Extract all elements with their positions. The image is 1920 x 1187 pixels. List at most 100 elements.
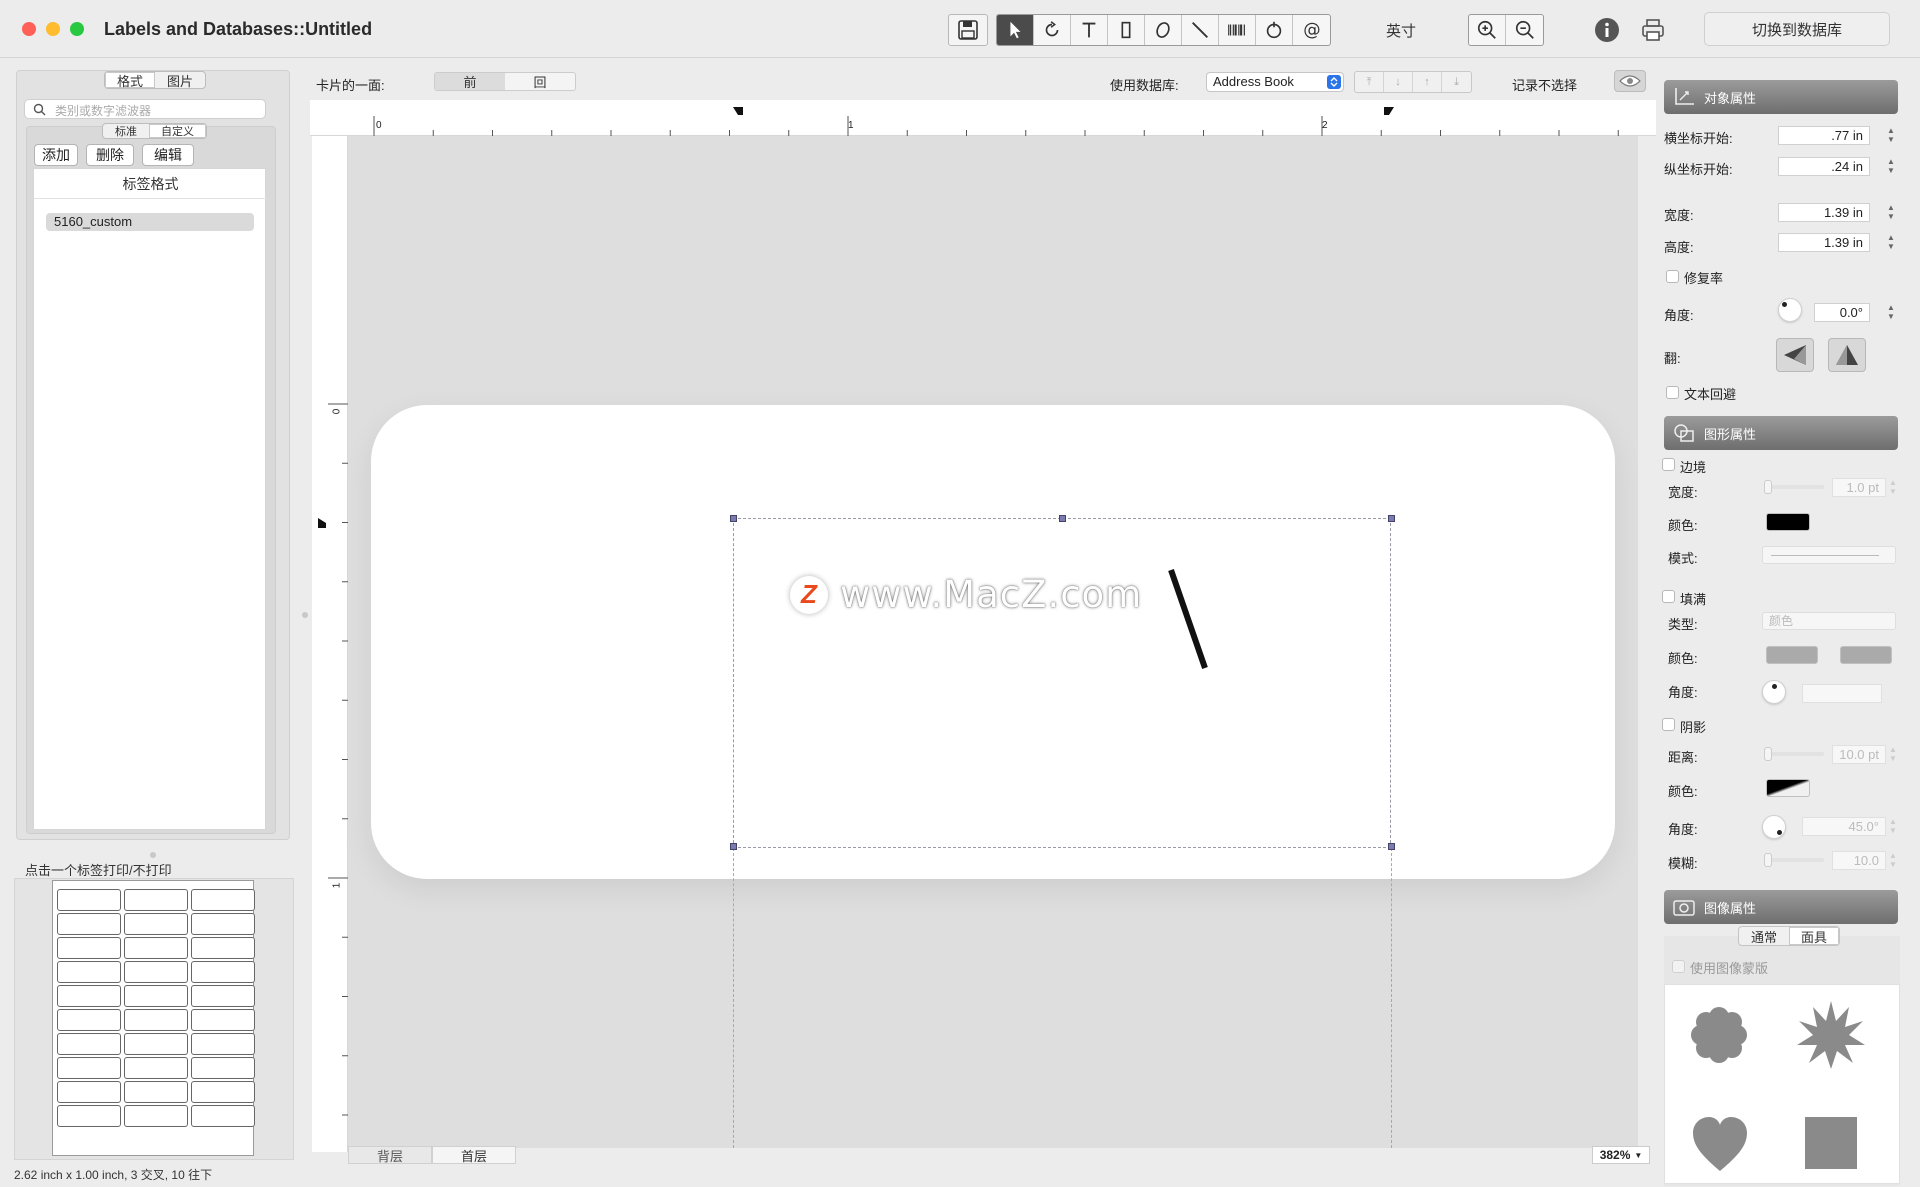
y-start-stepper[interactable]: ▲ ▼: [1886, 157, 1896, 176]
shadow-distance-field[interactable]: 10.0 pt: [1832, 745, 1886, 764]
tab-standard[interactable]: 标准: [103, 124, 149, 138]
sheet-label-cell[interactable]: [57, 937, 121, 959]
tab-pictures[interactable]: 图片: [155, 72, 205, 89]
first-record-button[interactable]: ⤒: [1355, 72, 1384, 92]
sheet-label-cell[interactable]: [124, 985, 188, 1007]
sheet-label-cell[interactable]: [57, 1057, 121, 1079]
sheet-label-cell[interactable]: [191, 913, 255, 935]
x-start-stepper[interactable]: ▲ ▼: [1886, 126, 1896, 145]
sheet-label-cell[interactable]: [191, 1057, 255, 1079]
delete-format-button[interactable]: 删除: [86, 144, 134, 166]
sheet-label-cell[interactable]: [124, 1009, 188, 1031]
tab-custom[interactable]: 自定义: [149, 124, 206, 138]
panel-splitter[interactable]: [302, 612, 308, 618]
shadow-color-swatch[interactable]: [1766, 779, 1810, 797]
rectangle-tool-button[interactable]: [1108, 15, 1145, 45]
sheet-label-cell[interactable]: [124, 889, 188, 911]
sheet-label-cell[interactable]: [57, 985, 121, 1007]
fill-angle-dial[interactable]: [1762, 680, 1786, 704]
info-button[interactable]: [1594, 17, 1620, 43]
text-wrap-checkbox[interactable]: [1666, 386, 1679, 399]
tab-mask[interactable]: 面具: [1789, 927, 1839, 945]
sheet-label-cell[interactable]: [191, 1033, 255, 1055]
edit-format-button[interactable]: 编辑: [142, 144, 194, 166]
select-tool-button[interactable]: [997, 15, 1034, 45]
add-format-button[interactable]: 添加: [34, 144, 78, 166]
width-field[interactable]: 1.39 in: [1778, 203, 1870, 222]
pattern-select[interactable]: [1762, 546, 1896, 564]
shadow-checkbox[interactable]: [1662, 718, 1675, 731]
tab-back-layer[interactable]: 背层: [348, 1146, 432, 1164]
sheet-label-cell[interactable]: [57, 913, 121, 935]
previous-record-button[interactable]: ↓: [1384, 72, 1413, 92]
last-record-button[interactable]: ⤓: [1442, 72, 1471, 92]
sheet-label-cell[interactable]: [124, 1033, 188, 1055]
shadow-angle-dial[interactable]: [1762, 815, 1786, 839]
border-color-swatch[interactable]: [1766, 513, 1810, 531]
line-shape[interactable]: [1160, 560, 1210, 670]
sheet-label-cell[interactable]: [124, 913, 188, 935]
shape-properties-header[interactable]: 图形属性: [1664, 416, 1898, 450]
fill-color-swatch-1[interactable]: [1766, 646, 1818, 664]
sheet-label-cell[interactable]: [191, 889, 255, 911]
sheet-label-cell[interactable]: [191, 1009, 255, 1031]
shadow-blur-slider[interactable]: [1764, 853, 1824, 867]
zoom-out-button[interactable]: [1506, 15, 1543, 45]
format-search-input[interactable]: 类别或数字滤波器: [24, 99, 266, 119]
text-tool-button[interactable]: [1071, 15, 1108, 45]
list-item[interactable]: 5160_custom: [46, 213, 254, 231]
sheet-label-cell[interactable]: [124, 1105, 188, 1127]
sheet-label-cell[interactable]: [57, 889, 121, 911]
database-select[interactable]: Address Book: [1206, 72, 1344, 92]
image-tool-button[interactable]: [1256, 15, 1293, 45]
fill-color-swatch-2[interactable]: [1840, 646, 1892, 664]
zoom-in-button[interactable]: [1469, 15, 1506, 45]
next-record-button[interactable]: ↑: [1413, 72, 1442, 92]
preview-toggle-button[interactable]: [1614, 70, 1646, 92]
selected-object-bounds[interactable]: [733, 518, 1391, 848]
sheet-label-cell[interactable]: [191, 961, 255, 983]
splitter-grip[interactable]: [150, 852, 156, 858]
resize-handle-bottom-left[interactable]: [730, 843, 737, 850]
save-button[interactable]: [948, 14, 988, 46]
shadow-distance-slider[interactable]: [1764, 747, 1824, 761]
zoom-level-select[interactable]: 382% ▼: [1592, 1146, 1650, 1164]
sheet-label-cell[interactable]: [57, 1009, 121, 1031]
close-window-button[interactable]: [22, 22, 36, 36]
repair-rate-checkbox[interactable]: [1666, 270, 1679, 283]
use-mask-checkbox[interactable]: [1672, 960, 1685, 973]
left-margin-marker[interactable]: [733, 107, 743, 115]
shadow-angle-stepper[interactable]: ▲ ▼: [1888, 817, 1898, 836]
starburst-mask-icon[interactable]: [1795, 999, 1867, 1071]
top-margin-marker[interactable]: [318, 518, 326, 528]
side-front[interactable]: 前: [435, 73, 505, 90]
minimize-window-button[interactable]: [46, 22, 60, 36]
tab-normal[interactable]: 通常: [1739, 927, 1789, 945]
sheet-label-cell[interactable]: [191, 1105, 255, 1127]
barcode-tool-button[interactable]: [1219, 15, 1256, 45]
x-start-field[interactable]: .77 in: [1778, 126, 1870, 145]
print-button[interactable]: [1640, 17, 1666, 43]
resize-handle-top-right[interactable]: [1388, 515, 1395, 522]
sheet-label-cell[interactable]: [124, 1081, 188, 1103]
fill-type-select[interactable]: 颜色: [1762, 612, 1896, 630]
angle-dial[interactable]: [1778, 298, 1802, 322]
angle-stepper[interactable]: ▲ ▼: [1886, 303, 1896, 322]
image-properties-header[interactable]: 图像属性: [1664, 890, 1898, 924]
heart-mask-icon[interactable]: [1691, 1115, 1749, 1175]
tab-front-layer[interactable]: 首层: [432, 1146, 516, 1164]
border-width-slider[interactable]: [1764, 480, 1824, 494]
resize-handle-top-middle[interactable]: [1059, 515, 1066, 522]
border-width-stepper[interactable]: ▲ ▼: [1888, 478, 1898, 497]
height-field[interactable]: 1.39 in: [1778, 233, 1870, 252]
flip-horizontal-button[interactable]: [1776, 338, 1814, 372]
sheet-label-cell[interactable]: [191, 937, 255, 959]
sheet-label-cell[interactable]: [124, 961, 188, 983]
at-field-tool-button[interactable]: @: [1293, 15, 1330, 45]
unit-selector[interactable]: 英寸: [1386, 20, 1416, 41]
resize-handle-top-left[interactable]: [730, 515, 737, 522]
sheet-label-cell[interactable]: [57, 1105, 121, 1127]
fill-checkbox[interactable]: [1662, 590, 1675, 603]
shadow-blur-stepper[interactable]: ▲ ▼: [1888, 851, 1898, 870]
fill-angle-field[interactable]: [1802, 684, 1882, 703]
